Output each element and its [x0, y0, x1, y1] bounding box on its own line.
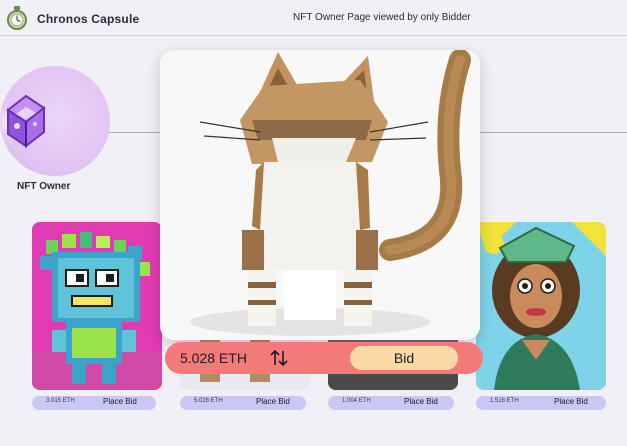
app-header: Chronos Capsule NFT Owner Page viewed by…	[0, 0, 627, 36]
owner-avatar[interactable]	[0, 66, 110, 176]
card-price: 3.015 ETH	[46, 398, 75, 404]
nft-card-image-4[interactable]	[476, 222, 606, 390]
page-caption: NFT Owner Page viewed by only Bidder	[293, 12, 471, 23]
card-price: 1.004 ETH	[342, 398, 371, 404]
featured-price: 5.028 ETH	[180, 350, 247, 366]
card-price: 1.528 ETH	[490, 398, 519, 404]
swap-arrows-icon[interactable]	[269, 348, 289, 368]
card-bid-pill-2: 5.028 ETH Place Bid	[180, 396, 306, 410]
pocket-watch-icon[interactable]	[6, 6, 28, 30]
place-bid-button[interactable]: Place Bid	[554, 397, 588, 406]
place-bid-button[interactable]: Place Bid	[256, 397, 290, 406]
glowing-cube-icon	[0, 90, 58, 154]
card-price: 5.028 ETH	[194, 398, 223, 404]
card-bid-pill-4: 1.528 ETH Place Bid	[476, 396, 606, 410]
bid-button[interactable]: Bid	[350, 346, 458, 370]
featured-bid-bar: 5.028 ETH Bid	[165, 342, 483, 374]
featured-nft-image[interactable]	[160, 50, 480, 340]
card-bid-pill-3: 1.004 ETH Place Bid	[328, 396, 454, 410]
place-bid-button[interactable]: Place Bid	[103, 397, 137, 406]
app-name: Chronos Capsule	[37, 12, 140, 26]
card-bid-pill-1: 3.015 ETH Place Bid	[32, 396, 156, 410]
place-bid-button[interactable]: Place Bid	[404, 397, 438, 406]
nft-card-image-1[interactable]	[32, 222, 162, 390]
owner-label: NFT Owner	[17, 181, 71, 192]
